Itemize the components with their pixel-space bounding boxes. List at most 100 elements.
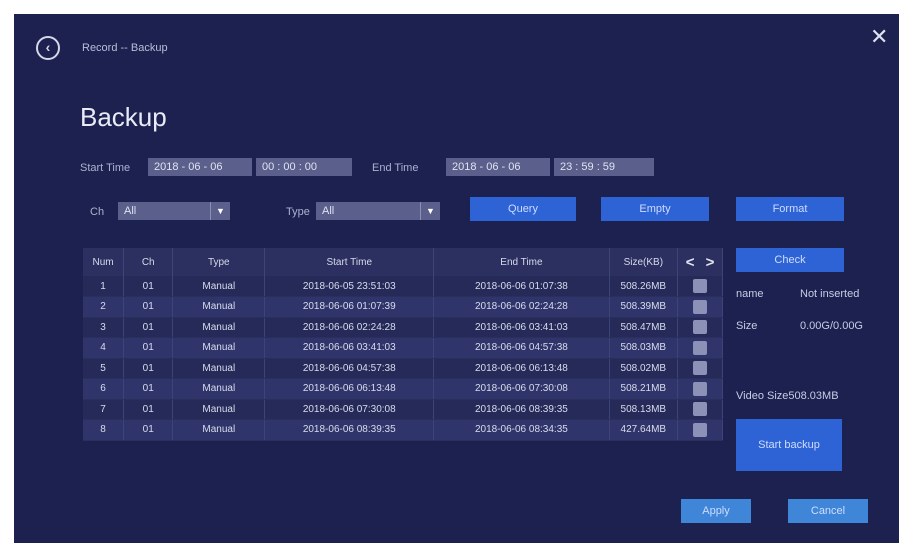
cell-ch: 01 <box>123 317 174 338</box>
row-checkbox[interactable] <box>693 361 708 376</box>
row-checkbox[interactable] <box>693 340 708 355</box>
cell-start-time: 2018-06-06 08:39:35 <box>264 419 435 441</box>
cell-end-time: 2018-06-06 01:07:38 <box>433 276 610 297</box>
end-time-field[interactable]: 23 : 59 : 59 <box>554 158 654 176</box>
type-label: Type <box>286 206 310 218</box>
row-select-cell <box>677 399 723 420</box>
cell-start-time: 2018-06-06 04:57:38 <box>264 358 435 379</box>
row-select-cell <box>677 378 723 400</box>
table-row[interactable]: 2 01 Manual 2018-06-06 01:07:39 2018-06-06 0… <box>83 296 723 318</box>
cell-start-time: 2018-06-06 06:13:48 <box>264 378 435 400</box>
start-date-field[interactable]: 2018 - 06 - 06 <box>148 158 252 176</box>
cell-size: 508.03MB <box>609 337 679 359</box>
empty-button[interactable]: Empty <box>601 197 709 221</box>
chevron-down-icon: ▼ <box>420 202 440 220</box>
cell-type: Manual <box>172 296 266 318</box>
end-date-field[interactable]: 2018 - 06 - 06 <box>446 158 550 176</box>
table-row[interactable]: 7 01 Manual 2018-06-06 07:30:08 2018-06-06 0… <box>83 399 723 420</box>
cell-num: 1 <box>83 276 125 297</box>
cell-start-time: 2018-06-06 02:24:28 <box>264 317 435 338</box>
cell-num: 2 <box>83 296 125 318</box>
storage-size-label: Size <box>736 320 758 332</box>
cell-ch: 01 <box>123 337 174 359</box>
cell-end-time: 2018-06-06 07:30:08 <box>433 378 610 400</box>
cell-size: 508.13MB <box>609 399 679 420</box>
cell-num: 5 <box>83 358 125 379</box>
row-select-cell <box>677 296 723 318</box>
storage-name-value: Not inserted <box>800 288 860 300</box>
row-select-cell <box>677 337 723 359</box>
cell-size: 508.26MB <box>609 276 679 297</box>
ch-select-value: All <box>124 205 137 217</box>
ch-label: Ch <box>90 206 105 218</box>
cell-type: Manual <box>172 358 266 379</box>
back-icon[interactable]: ‹ <box>36 36 60 60</box>
cell-end-time: 2018-06-06 04:57:38 <box>433 337 610 359</box>
table-row[interactable]: 8 01 Manual 2018-06-06 08:39:35 2018-06-06 0… <box>83 419 723 441</box>
table-row[interactable]: 1 01 Manual 2018-06-05 23:51:03 2018-06-06 0… <box>83 276 723 297</box>
cell-num: 6 <box>83 378 125 400</box>
row-checkbox[interactable] <box>693 279 708 293</box>
type-select[interactable]: All ▼ <box>316 202 440 220</box>
cell-type: Manual <box>172 337 266 359</box>
cancel-button[interactable]: Cancel <box>788 499 868 523</box>
cell-type: Manual <box>172 399 266 420</box>
row-checkbox[interactable] <box>693 422 708 437</box>
breadcrumb: Record -- Backup <box>82 42 168 54</box>
table-row[interactable]: 6 01 Manual 2018-06-06 06:13:48 2018-06-06 0… <box>83 378 723 400</box>
page-title: Backup <box>80 102 167 132</box>
query-button[interactable]: Query <box>470 197 576 221</box>
row-select-cell <box>677 419 723 441</box>
video-size: Video Size508.03MB <box>736 390 839 402</box>
cell-ch: 01 <box>123 378 174 400</box>
table-row[interactable]: 4 01 Manual 2018-06-06 03:41:03 2018-06-06 0… <box>83 337 723 359</box>
column-header-ch: Ch <box>123 248 174 276</box>
cell-start-time: 2018-06-06 07:30:08 <box>264 399 435 420</box>
cell-size: 508.39MB <box>609 296 679 318</box>
cell-ch: 01 <box>123 358 174 379</box>
cell-end-time: 2018-06-06 08:34:35 <box>433 419 610 441</box>
cell-size: 508.21MB <box>609 378 679 400</box>
chevron-left-icon[interactable]: < <box>686 254 695 271</box>
record-table: Num Ch Type Start Time End Time Size(KB)… <box>83 248 723 441</box>
format-button[interactable]: Format <box>736 197 844 221</box>
column-header-size: Size(KB) <box>609 248 679 276</box>
row-select-cell <box>677 358 723 379</box>
cell-ch: 01 <box>123 399 174 420</box>
cell-ch: 01 <box>123 296 174 318</box>
end-time-label: End Time <box>372 162 419 174</box>
row-checkbox[interactable] <box>693 299 708 314</box>
apply-button[interactable]: Apply <box>681 499 751 523</box>
table-row[interactable]: 5 01 Manual 2018-06-06 04:57:38 2018-06-06 0… <box>83 358 723 379</box>
cell-start-time: 2018-06-06 01:07:39 <box>264 296 435 318</box>
table-row[interactable]: 3 01 Manual 2018-06-06 02:24:28 2018-06-06 0… <box>83 317 723 338</box>
start-time-label: Start Time <box>80 162 131 174</box>
cell-size: 508.47MB <box>609 317 679 338</box>
cell-ch: 01 <box>123 419 174 441</box>
close-icon[interactable]: ✕ <box>870 26 888 48</box>
cell-num: 8 <box>83 419 125 441</box>
column-header-type: Type <box>172 248 266 276</box>
cell-type: Manual <box>172 419 266 441</box>
row-select-cell <box>677 276 723 297</box>
cell-end-time: 2018-06-06 03:41:03 <box>433 317 610 338</box>
column-header-num: Num <box>83 248 125 276</box>
cell-size: 508.02MB <box>609 358 679 379</box>
cell-start-time: 2018-06-05 23:51:03 <box>264 276 435 297</box>
chevron-right-icon[interactable]: > <box>706 254 715 271</box>
cell-ch: 01 <box>123 276 174 297</box>
column-header-start-time: Start Time <box>264 248 435 276</box>
ch-select[interactable]: All ▼ <box>118 202 230 220</box>
table-header-row: Num Ch Type Start Time End Time Size(KB)… <box>83 248 723 276</box>
cell-end-time: 2018-06-06 06:13:48 <box>433 358 610 379</box>
row-checkbox[interactable] <box>693 381 708 396</box>
cell-size: 427.64MB <box>609 419 679 441</box>
pager-controls: < > <box>677 248 723 276</box>
check-button[interactable]: Check <box>736 248 844 272</box>
row-select-cell <box>677 317 723 338</box>
start-time-field[interactable]: 00 : 00 : 00 <box>256 158 352 176</box>
start-backup-button[interactable]: Start backup <box>736 419 842 471</box>
row-checkbox[interactable] <box>693 320 708 335</box>
cell-type: Manual <box>172 317 266 338</box>
row-checkbox[interactable] <box>693 402 708 417</box>
